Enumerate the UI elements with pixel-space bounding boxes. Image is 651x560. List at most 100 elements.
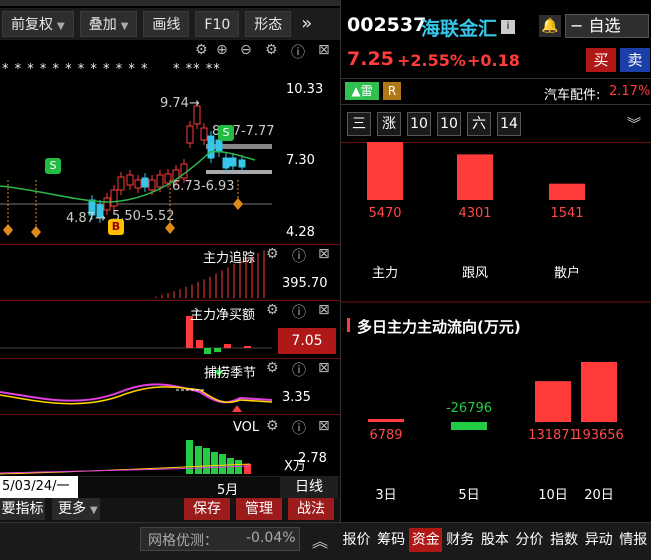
more-label: 更多 — [58, 501, 86, 517]
candle-body — [156, 174, 164, 188]
buy-button[interactable]: 买 — [586, 48, 616, 72]
tab-7[interactable]: 异动 — [582, 528, 615, 552]
day-name-label: 3日 — [375, 488, 396, 503]
netbuy-label: 主力净买额 — [190, 308, 256, 323]
vol-unit: X万 — [284, 459, 306, 474]
panel-divider — [0, 414, 340, 415]
thunder-badge[interactable]: ▲雷 — [345, 82, 379, 100]
shape-button[interactable]: 形态 — [245, 11, 292, 37]
signal-diamond — [31, 226, 41, 238]
info-icon[interactable]: i — [501, 20, 515, 34]
watchlist-button[interactable]: − 自选 — [565, 14, 649, 38]
sell-button[interactable]: 卖 — [620, 48, 650, 72]
settings-icon[interactable]: ⚙ — [266, 418, 279, 434]
month-label: 5月 — [217, 483, 239, 498]
info-icon[interactable]: ⓘ — [292, 302, 306, 322]
daily-period-button[interactable]: 日线 — [280, 476, 338, 498]
tab-0[interactable]: 报价 — [340, 528, 373, 552]
volume-bar — [211, 452, 218, 474]
tab-2[interactable]: 资金 — [409, 528, 443, 552]
volume-bar — [203, 448, 210, 474]
netbuy-bar — [224, 344, 231, 348]
period-button[interactable]: 10 — [437, 112, 461, 136]
r-badge[interactable]: R — [383, 82, 401, 100]
more-dropdown[interactable]: 更多 ▼ — [52, 498, 100, 520]
settings-icon[interactable]: ⚙ — [266, 360, 279, 376]
netbuy-bar — [204, 348, 211, 354]
volume-bar — [227, 458, 234, 474]
day-bar — [451, 422, 487, 430]
thunder-label: 雷 — [360, 84, 373, 98]
period-button[interactable]: 10 — [407, 112, 431, 136]
f10-button[interactable]: F10 — [195, 11, 240, 37]
config-icon[interactable]: ⚙ — [195, 42, 208, 58]
change-percent: +2.55% — [397, 51, 466, 70]
more-icon[interactable]: » — [297, 11, 316, 37]
volume-bar — [195, 446, 202, 474]
strategy-button[interactable]: 战法 — [288, 498, 334, 520]
signal-diamond — [233, 198, 243, 210]
title-accent — [347, 318, 350, 332]
tab-8[interactable]: 情报 — [617, 528, 650, 552]
info-icon[interactable]: ⓘ — [292, 418, 306, 438]
zoom-out-icon[interactable]: ⊖ — [240, 42, 252, 58]
info-icon[interactable]: ⓘ — [292, 360, 306, 380]
zoom-in-icon[interactable]: ⊕ — [216, 42, 228, 58]
draw-line-button[interactable]: 画线 — [143, 11, 190, 37]
divider — [341, 104, 651, 105]
info-icon[interactable]: ⓘ — [292, 246, 306, 266]
season-up-arrow — [232, 405, 242, 412]
watchlist-label: 自选 — [588, 16, 621, 35]
overlay-dropdown[interactable]: 叠加 ▼ — [79, 11, 138, 37]
tracking-label: 主力追踪 — [203, 251, 256, 266]
period-button[interactable]: 三 — [347, 112, 371, 136]
candle-body — [186, 125, 194, 144]
settings-icon[interactable]: ⚙ — [265, 42, 278, 58]
stock-price: 7.25 — [347, 48, 394, 70]
candle-body — [148, 179, 156, 191]
close-icon[interactable]: ⊠ — [318, 246, 330, 262]
price-mid-label: 7.30 — [286, 153, 315, 168]
info-icon[interactable]: ⓘ — [291, 42, 305, 62]
annotation-range2: 6.73-6.93 — [172, 179, 235, 194]
settings-icon[interactable]: ⚙ — [266, 302, 279, 318]
window-tab-strip — [0, 0, 340, 6]
tab-6[interactable]: 指数 — [548, 528, 581, 552]
close-icon[interactable]: ⊠ — [318, 360, 330, 376]
fuquan-dropdown[interactable]: 前复权 ▼ — [2, 11, 74, 37]
settings-icon[interactable]: ⚙ — [266, 246, 279, 262]
close-icon[interactable]: ⊠ — [318, 418, 330, 434]
kline-chart-area[interactable]: ⚙ ⊕ ⊖ ⚙ ⓘ ⊠ * * * * * * * * * * * * * **… — [0, 40, 340, 498]
price-low-label: 4.28 — [286, 225, 315, 240]
tab-1[interactable]: 筹码 — [375, 528, 408, 552]
sell-signal-icon[interactable]: S — [218, 125, 234, 141]
close-icon[interactable]: ⊠ — [318, 42, 330, 58]
period-button[interactable]: 14 — [497, 112, 521, 136]
grid-value: -0.04% — [246, 530, 296, 546]
annotation-low: 4.87→ — [66, 211, 106, 226]
period-button[interactable]: 涨 — [377, 112, 401, 136]
tab-3[interactable]: 财务 — [444, 528, 477, 552]
panel-divider — [0, 358, 340, 359]
day-value-label: -26796 — [446, 401, 492, 416]
chevron-down-icon[interactable]: ︾ — [627, 114, 641, 134]
close-icon[interactable]: ⊠ — [318, 302, 330, 318]
manage-button[interactable]: 管理 — [236, 498, 282, 520]
period-button[interactable]: 六 — [467, 112, 491, 136]
buy-signal-icon[interactable]: B — [108, 219, 124, 235]
candle-body — [200, 127, 208, 141]
volume-bar — [219, 454, 226, 474]
candle-body — [126, 174, 134, 186]
indicators-button[interactable]: 要指标 — [0, 498, 45, 520]
support-band — [206, 170, 272, 174]
stock-name[interactable]: 海联金汇 — [421, 14, 497, 41]
tab-5[interactable]: 分价 — [513, 528, 546, 552]
bell-icon[interactable]: 🔔 — [539, 15, 561, 37]
tab-4[interactable]: 股本 — [478, 528, 511, 552]
season-value: 3.35 — [282, 390, 311, 405]
sell-signal-icon[interactable]: S — [45, 158, 61, 174]
thunder-icon: ▲ — [351, 84, 361, 98]
day-bar — [368, 419, 404, 422]
expand-icon[interactable]: ︽ — [312, 528, 328, 552]
save-button[interactable]: 保存 — [184, 498, 230, 520]
